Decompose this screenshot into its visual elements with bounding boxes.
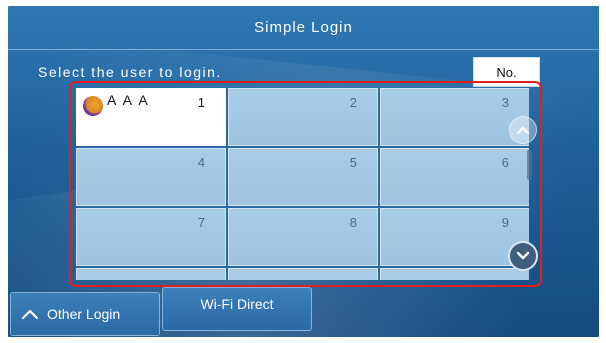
other-login-label: Other Login xyxy=(47,306,121,322)
other-login-button[interactable]: Other Login xyxy=(10,292,160,336)
chevron-down-icon xyxy=(516,251,530,260)
instruction-text: Select the user to login. xyxy=(38,64,222,80)
page-title: Simple Login xyxy=(254,19,353,36)
chevron-up-icon xyxy=(21,309,39,320)
title-bar: Simple Login xyxy=(8,6,599,50)
wifi-direct-label: Wi-Fi Direct xyxy=(200,296,274,312)
scroll-up-button[interactable] xyxy=(509,116,537,144)
sort-by-number-label: No. xyxy=(496,64,517,80)
highlight-frame xyxy=(69,81,542,287)
chevron-up-icon xyxy=(516,126,530,135)
scroll-down-button[interactable] xyxy=(508,241,538,271)
scrollbar-thumb[interactable] xyxy=(527,150,532,180)
bottom-bar: Other Login Wi-Fi Direct xyxy=(8,287,599,336)
wifi-direct-button[interactable]: Wi-Fi Direct xyxy=(162,287,312,331)
